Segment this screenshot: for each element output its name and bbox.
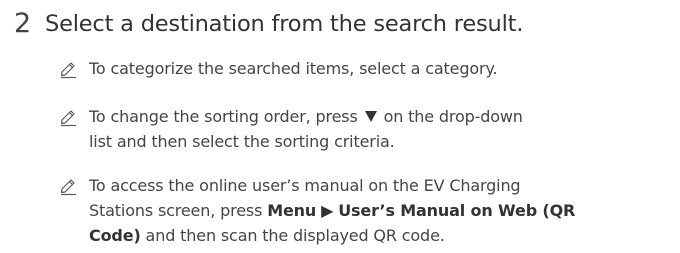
note-text: To access the online user’s manual on th… bbox=[89, 173, 669, 248]
step-title: Select a destination from the search res… bbox=[45, 11, 524, 37]
note-text-part: To change the sorting order, press bbox=[89, 107, 358, 126]
menu-item-label-cont: Code) bbox=[89, 226, 141, 245]
note-text-line: To categorize the searched items, select… bbox=[89, 59, 498, 78]
step-number: 2 bbox=[14, 8, 32, 39]
note-text: To change the sorting order, press on th… bbox=[89, 104, 669, 154]
pencil-note-icon bbox=[58, 59, 78, 79]
note-text-part: To access the online user’s manual on th… bbox=[89, 176, 521, 195]
menu-item-label: User’s Manual on Web (QR bbox=[338, 201, 576, 220]
menu-arrow: ▶ bbox=[321, 201, 334, 220]
note-text-part: Stations screen, press bbox=[89, 201, 263, 220]
menu-label: Menu bbox=[267, 201, 317, 220]
note-text: To categorize the searched items, select… bbox=[89, 56, 669, 81]
pencil-note-icon bbox=[58, 107, 78, 127]
note-text-part: list and then select the sorting criteri… bbox=[89, 132, 395, 151]
note-text-part: on the drop-down bbox=[383, 107, 523, 126]
pencil-note-icon bbox=[58, 176, 78, 196]
note-text-part: and then scan the displayed QR code. bbox=[145, 226, 445, 245]
dropdown-triangle-icon bbox=[364, 111, 377, 122]
